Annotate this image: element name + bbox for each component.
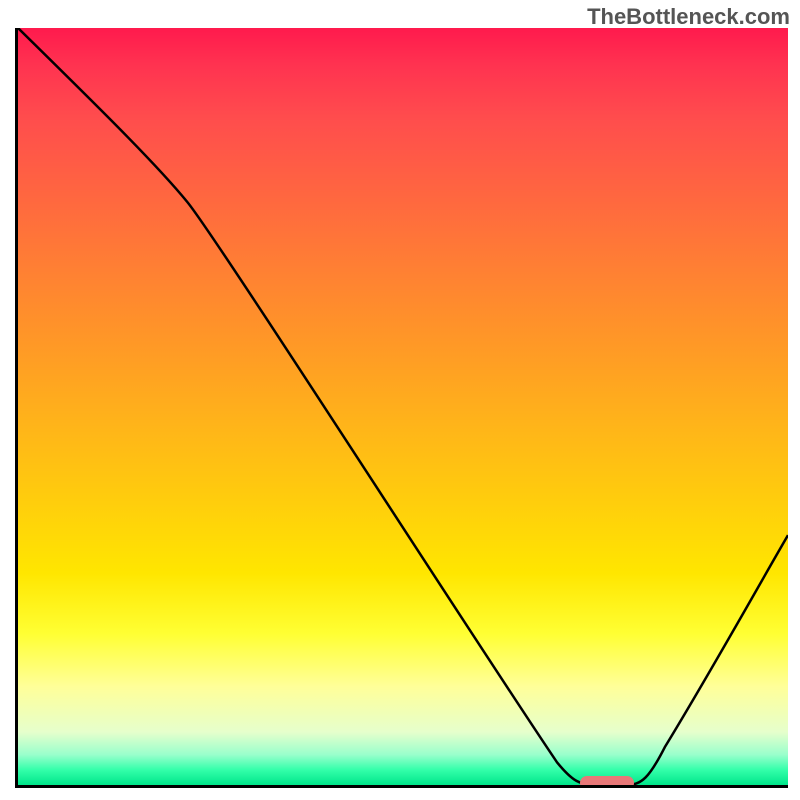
chart-plot-area (15, 28, 788, 788)
watermark-text: TheBottleneck.com (587, 4, 790, 30)
optimal-marker (580, 776, 634, 788)
curve-line (18, 28, 788, 785)
